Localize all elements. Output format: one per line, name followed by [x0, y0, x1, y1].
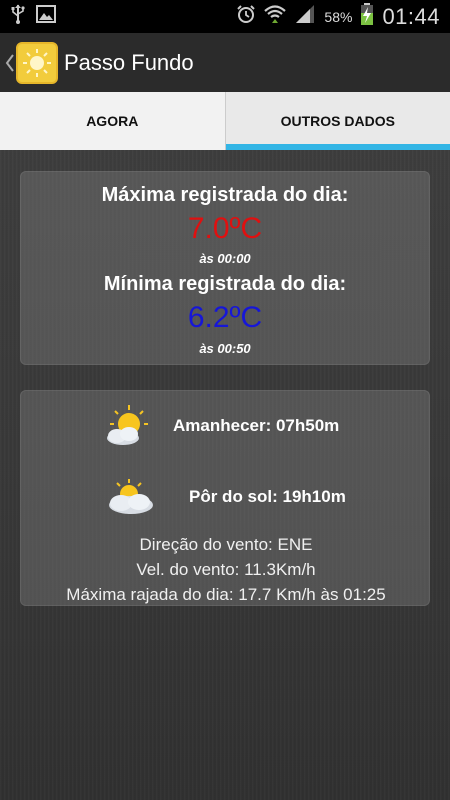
min-temp-label-text: Mínima registrada do dia:	[103, 273, 347, 295]
tab-bar: AGORA OUTROS DADOS	[0, 92, 450, 150]
back-caret-icon[interactable]	[4, 51, 16, 75]
sunset-icon	[105, 477, 157, 517]
min-temp-time: às 00:50	[21, 340, 429, 358]
max-temp-value-text: 7.0ºC	[187, 212, 263, 245]
tab-agora-label: AGORA	[86, 113, 139, 129]
action-bar: Passo Fundo	[0, 33, 450, 92]
status-bar: 58% 01:44	[0, 0, 450, 33]
wind-direction: Direção do vento: ENE	[139, 535, 313, 554]
max-temp-label: Máxima registrada do dia:	[21, 184, 429, 207]
max-temp-time: às 00:00	[21, 250, 429, 268]
max-temp-label-text: Máxima registrada do dia:	[101, 184, 349, 206]
tab-outros-dados-label: OUTROS DADOS	[280, 113, 395, 129]
tab-outros-dados[interactable]: OUTROS DADOS	[225, 92, 450, 150]
battery-percent: 58%	[324, 8, 353, 25]
sunrise-icon	[103, 403, 153, 449]
app-title: Passo Fundo	[64, 49, 194, 75]
min-temp-value-text: 6.2ºC	[187, 301, 263, 334]
sunrise-label: Amanhecer: 07h50m	[173, 416, 340, 435]
usb-icon	[10, 4, 26, 29]
temperature-card: Máxima registrada do dia: 7.0ºC às 00:00…	[20, 171, 430, 365]
max-temp-time-text: às 00:00	[199, 251, 251, 266]
min-temp-value: 6.2ºC	[21, 301, 429, 335]
tab-agora[interactable]: AGORA	[0, 92, 226, 150]
battery-charging-icon	[360, 3, 374, 30]
clock: 01:44	[382, 3, 440, 29]
min-temp-label: Mínima registrada do dia:	[21, 273, 429, 296]
sunrise-row: Amanhecer: 07h50m	[21, 403, 431, 449]
sunset-row: Pôr do sol: 19h10m	[21, 477, 431, 517]
wifi-icon	[264, 4, 287, 29]
alarm-icon	[236, 4, 256, 29]
app-sun-icon[interactable]	[16, 41, 58, 84]
status-left	[10, 4, 56, 29]
image-icon	[36, 5, 56, 28]
signal-icon	[294, 4, 316, 29]
sun-wind-card: Amanhecer: 07h50m Pôr do sol: 19h10m Dir…	[20, 390, 430, 606]
wind-speed: Vel. do vento: 11.3Km/h	[136, 560, 316, 579]
max-temp-value: 7.0ºC	[21, 212, 429, 246]
content-area: Máxima registrada do dia: 7.0ºC às 00:00…	[0, 150, 450, 800]
max-gust: Máxima rajada do dia: 17.7 Km/h às 01:25	[66, 585, 386, 604]
status-right: 58% 01:44	[236, 3, 440, 30]
min-temp-time-text: às 00:50	[199, 341, 251, 356]
sunset-label: Pôr do sol: 19h10m	[189, 487, 346, 506]
